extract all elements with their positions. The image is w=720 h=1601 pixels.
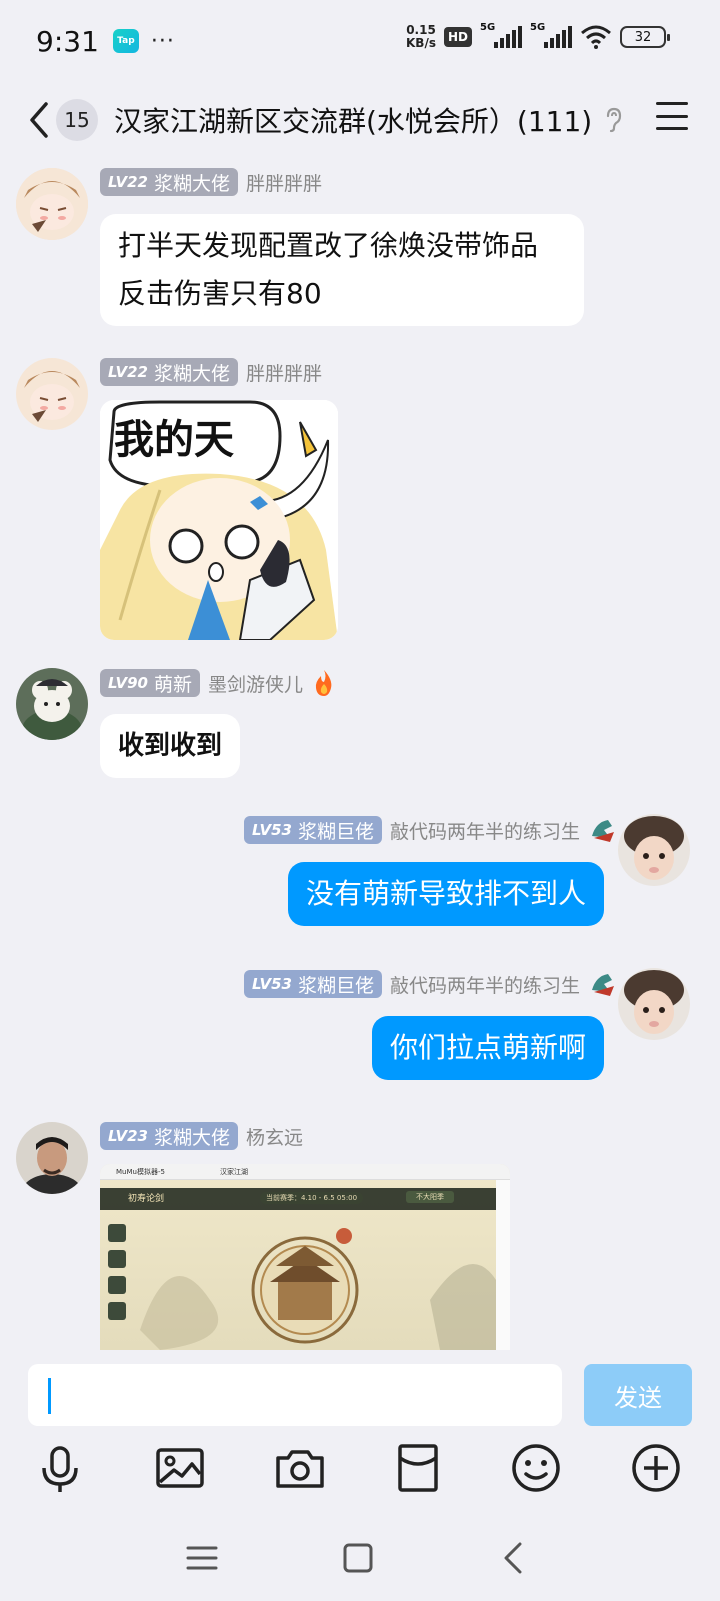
message-bubble[interactable]: 收到收到 bbox=[100, 714, 241, 778]
sticker-caption: 我的天 bbox=[114, 416, 234, 463]
more-notifications-icon: ··· bbox=[150, 28, 175, 54]
system-navigation-bar bbox=[0, 1520, 720, 1601]
sender-meta: LV22 浆糊大佬 胖胖胖胖 bbox=[100, 358, 322, 386]
battery-icon: 32 bbox=[620, 26, 670, 48]
back-icon[interactable] bbox=[26, 100, 50, 140]
microphone-icon[interactable] bbox=[32, 1440, 88, 1496]
signal-sim2-icon: 5G bbox=[530, 22, 572, 48]
wifi-icon bbox=[581, 25, 611, 49]
level-tag: LV90 萌新 bbox=[100, 669, 200, 697]
group-title[interactable]: 汉家江湖新区交流群(水悦会所）(111) bbox=[114, 100, 592, 140]
earpiece-mode-icon[interactable] bbox=[604, 107, 624, 133]
red-packet-icon[interactable] bbox=[390, 1440, 446, 1496]
home-icon[interactable] bbox=[338, 1538, 378, 1578]
status-bar: 9:31 Tap ··· 0.15 KB/s HD 5G 5G 32 bbox=[0, 0, 720, 82]
image-message[interactable]: MuMu模拟器-5 汉家江湖 初寿论剑 当前赛季：4.10 - 6.5 05:0… bbox=[100, 1164, 510, 1350]
emulator-window-title: MuMu模拟器-5 bbox=[116, 1168, 165, 1176]
message-bubble[interactable]: 打半天发现配置改了徐焕没带饰品 反击伤害只有80 bbox=[100, 214, 584, 326]
fire-badge-icon bbox=[315, 670, 332, 696]
my-avatar[interactable] bbox=[618, 814, 690, 886]
sender-meta: LV22 浆糊大佬 胖胖胖胖 bbox=[100, 168, 322, 196]
avatar[interactable] bbox=[16, 1122, 88, 1194]
unread-count-badge[interactable]: 15 bbox=[56, 99, 98, 141]
level-tag: LV53 浆糊巨佬 bbox=[243, 970, 382, 998]
level-tag: LV23 浆糊大佬 bbox=[100, 1122, 238, 1150]
plus-icon[interactable] bbox=[628, 1440, 684, 1496]
input-toolbar bbox=[0, 1440, 720, 1510]
sender-nickname[interactable]: 胖胖胖胖 bbox=[246, 359, 322, 386]
sender-meta: LV53 浆糊巨佬 敲代码两年半的练习生 bbox=[243, 970, 616, 998]
menu-icon[interactable] bbox=[656, 102, 688, 130]
hd-voice-icon: HD bbox=[443, 27, 472, 47]
sender-nickname[interactable]: 敲代码两年半的练习生 bbox=[390, 817, 580, 844]
text-cursor bbox=[48, 1378, 51, 1414]
chat-header: 15 汉家江湖新区交流群(水悦会所）(111) bbox=[0, 82, 720, 158]
message-list[interactable]: LV22 浆糊大佬 胖胖胖胖 打半天发现配置改了徐焕没带饰品 反击伤害只有80 L… bbox=[0, 158, 720, 1350]
message-input[interactable] bbox=[28, 1364, 562, 1426]
sticker-image[interactable]: 我的天 bbox=[100, 400, 338, 640]
image-icon[interactable] bbox=[152, 1440, 208, 1496]
taptap-notification-icon: Tap bbox=[112, 29, 139, 53]
avatar[interactable] bbox=[16, 358, 88, 430]
game-badge-icon bbox=[592, 974, 614, 996]
sender-nickname[interactable]: 胖胖胖胖 bbox=[246, 169, 322, 196]
avatar[interactable] bbox=[16, 168, 88, 240]
sender-nickname[interactable]: 杨玄远 bbox=[246, 1123, 303, 1150]
sender-meta: LV90 萌新 墨剑游侠儿 bbox=[100, 668, 337, 698]
recent-apps-icon[interactable] bbox=[182, 1538, 222, 1578]
game-badge-icon bbox=[592, 820, 614, 842]
camera-icon[interactable] bbox=[272, 1440, 328, 1496]
network-speed: 0.15 KB/s bbox=[406, 23, 436, 50]
signal-sim1-icon: 5G bbox=[480, 22, 522, 48]
level-tag: LV22 浆糊大佬 bbox=[100, 168, 238, 196]
sender-meta: LV23 浆糊大佬 杨玄远 bbox=[100, 1122, 303, 1150]
send-button[interactable]: 发送 bbox=[584, 1364, 692, 1426]
input-bar: 发送 bbox=[0, 1350, 720, 1440]
level-tag: LV22 浆糊大佬 bbox=[100, 358, 238, 386]
my-avatar[interactable] bbox=[618, 968, 690, 1040]
emulator-tab-title: 汉家江湖 bbox=[220, 1168, 248, 1176]
level-tag: LV53 浆糊巨佬 bbox=[243, 816, 382, 844]
emoji-icon[interactable] bbox=[508, 1440, 564, 1496]
message-bubble[interactable]: 没有萌新导致排不到人 bbox=[287, 862, 604, 926]
sender-nickname[interactable]: 敲代码两年半的练习生 bbox=[390, 971, 580, 998]
avatar[interactable] bbox=[16, 668, 88, 740]
sender-meta: LV53 浆糊巨佬 敲代码两年半的练习生 bbox=[243, 816, 616, 844]
message-bubble[interactable]: 你们拉点萌新啊 bbox=[371, 1016, 604, 1080]
back-nav-icon[interactable] bbox=[494, 1538, 534, 1578]
clock: 9:31 bbox=[36, 24, 99, 58]
sender-nickname[interactable]: 墨剑游侠儿 bbox=[208, 670, 303, 697]
